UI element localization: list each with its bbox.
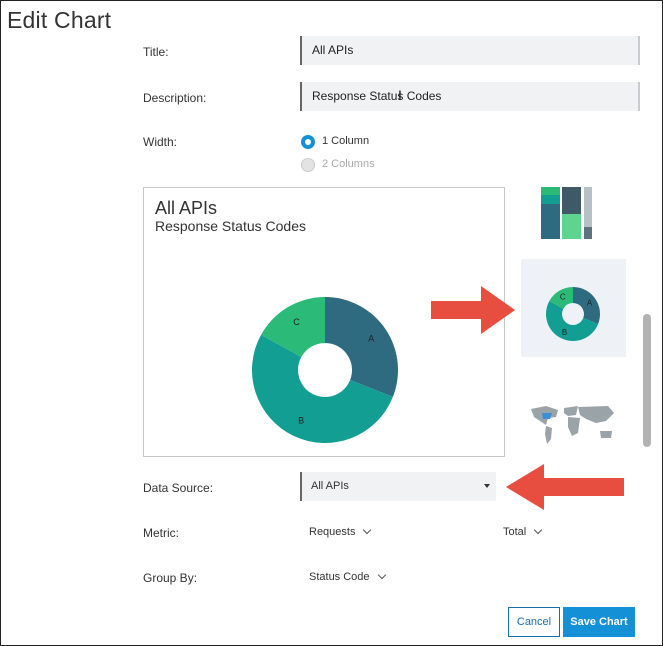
thumbnail-donut: A B C bbox=[546, 287, 600, 341]
thumbnail-donut-selected[interactable]: A B C bbox=[521, 259, 626, 357]
arrow-right-annotation-icon bbox=[431, 286, 515, 334]
donut-label-B: B bbox=[562, 328, 567, 337]
donut-label-B: B bbox=[298, 416, 304, 426]
text-cursor-icon: I bbox=[398, 87, 402, 103]
save-chart-button[interactable]: Save Chart bbox=[563, 607, 635, 637]
description-input[interactable]: Response Status Codes bbox=[300, 82, 640, 111]
title-label: Title: bbox=[143, 45, 169, 59]
data-source-value: All APIs bbox=[311, 480, 349, 492]
metric-label: Metric: bbox=[143, 526, 179, 540]
chevron-down-icon bbox=[377, 570, 386, 580]
dropdown-caret-icon bbox=[484, 484, 490, 488]
group-by-dropdown[interactable]: Status Code bbox=[309, 570, 386, 583]
arrow-left-annotation-icon bbox=[506, 464, 624, 510]
donut-label-A: A bbox=[587, 298, 593, 307]
thumbnail-stacked-bar[interactable] bbox=[540, 186, 592, 242]
aggregation-dropdown[interactable]: Total bbox=[503, 525, 543, 538]
width-label: Width: bbox=[143, 135, 178, 149]
thumbnail-world-map[interactable] bbox=[528, 403, 618, 447]
chevron-down-icon bbox=[363, 525, 372, 535]
width-1-column-radio[interactable] bbox=[301, 135, 315, 149]
title-input[interactable]: All APIs bbox=[300, 36, 640, 65]
group-by-label: Group By: bbox=[143, 571, 198, 585]
donut-slice-A bbox=[325, 297, 398, 397]
edit-chart-dialog: Edit Chart Title: All APIs Description: … bbox=[0, 0, 663, 646]
width-2-columns-label[interactable]: 2 Columns bbox=[322, 158, 375, 170]
scrollbar-thumb[interactable] bbox=[643, 314, 651, 447]
data-source-label: Data Source: bbox=[143, 481, 214, 495]
chevron-down-icon bbox=[534, 525, 543, 535]
description-label: Description: bbox=[143, 91, 207, 105]
group-by-value: Status Code bbox=[309, 571, 370, 583]
aggregation-value: Total bbox=[503, 526, 527, 538]
donut-label-A: A bbox=[368, 334, 374, 344]
metric-value: Requests bbox=[309, 526, 356, 538]
width-1-column-label[interactable]: 1 Column bbox=[322, 135, 369, 147]
dialog-title: Edit Chart bbox=[7, 7, 112, 33]
cancel-button[interactable]: Cancel bbox=[508, 607, 560, 637]
data-source-select[interactable]: All APIs bbox=[300, 472, 496, 501]
donut-label-C: C bbox=[560, 292, 566, 301]
donut-label-C: C bbox=[293, 317, 300, 327]
width-2-columns-radio[interactable] bbox=[301, 158, 315, 172]
metric-dropdown[interactable]: Requests bbox=[309, 525, 372, 538]
